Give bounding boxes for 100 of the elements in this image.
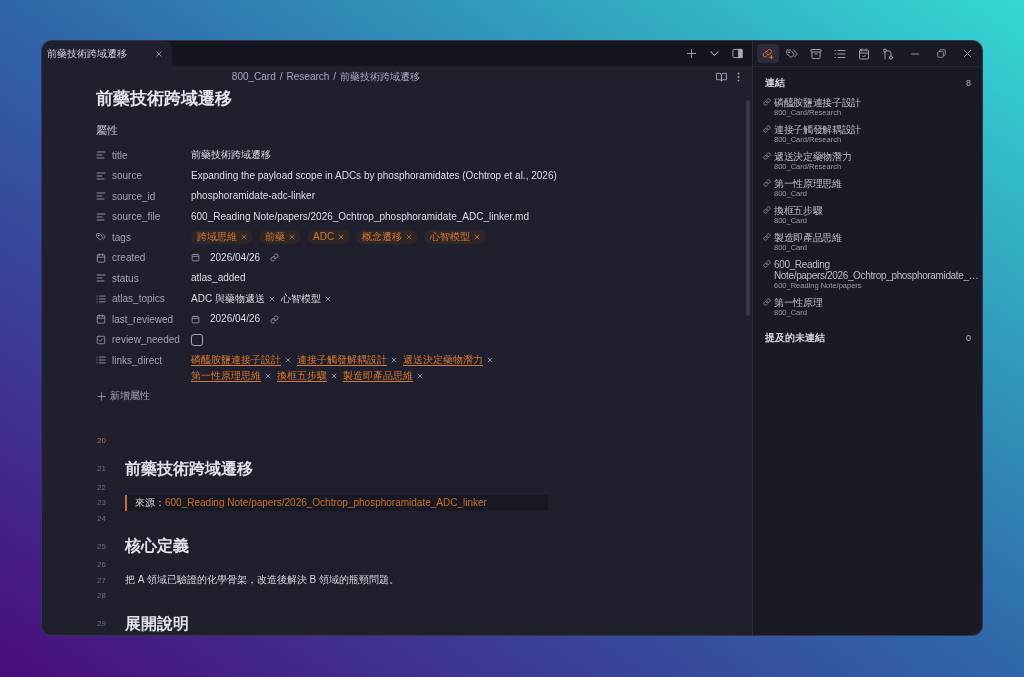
remove-icon[interactable] bbox=[241, 234, 247, 241]
note-link[interactable]: 磷醯胺鹽連接子設計 bbox=[191, 352, 281, 368]
calendar-icon[interactable] bbox=[96, 314, 106, 325]
property-value[interactable]: Expanding the payload scope in ADCs by phosphoramidates (Ochtrop et al., 2026) bbox=[191, 167, 557, 184]
calendar-icon[interactable] bbox=[191, 253, 200, 263]
link-icon[interactable] bbox=[763, 233, 771, 241]
note-title: 前藥技術跨域遷移 bbox=[96, 88, 233, 110]
remove-icon[interactable] bbox=[268, 295, 275, 302]
quote-label: 來源： bbox=[135, 495, 165, 510]
remove-icon[interactable] bbox=[487, 357, 493, 363]
link-title[interactable]: 第一性原理思維 bbox=[774, 177, 979, 189]
line-number: 26 bbox=[96, 560, 107, 570]
restore-icon[interactable] bbox=[937, 49, 946, 58]
note-link[interactable]: 第一性原理思維 bbox=[191, 368, 261, 384]
remove-icon[interactable] bbox=[324, 295, 331, 302]
branch-icon[interactable] bbox=[882, 47, 894, 60]
link-title[interactable]: 遞送決定藥物潛力 bbox=[774, 150, 979, 162]
close-icon[interactable] bbox=[155, 49, 163, 58]
property-key: status bbox=[112, 272, 139, 284]
remove-icon[interactable] bbox=[265, 373, 271, 379]
link-icon[interactable] bbox=[763, 152, 771, 160]
chevron-down-icon[interactable] bbox=[709, 48, 720, 59]
link-title[interactable]: 換框五步驟 bbox=[774, 204, 979, 216]
topic-item[interactable]: ADC 與藥物遞送 bbox=[191, 290, 265, 307]
tag-chip[interactable]: 前藥 bbox=[259, 230, 301, 245]
add-property-button[interactable]: 新增屬性 bbox=[96, 386, 150, 406]
source-link[interactable]: 600_Reading Note/papers/2026_Ochtrop_phosphoramidate_ADC_linker bbox=[165, 497, 487, 509]
section-heading[interactable]: 連結 bbox=[765, 76, 785, 90]
remove-icon[interactable] bbox=[391, 357, 397, 363]
link-icon[interactable] bbox=[763, 298, 771, 306]
remove-icon[interactable] bbox=[285, 357, 291, 363]
link-icon[interactable] bbox=[270, 253, 280, 263]
link-title[interactable]: 600_Reading Note/papers/2026_Ochtrop_phosphoramidate_… bbox=[774, 258, 979, 281]
note-link[interactable]: 換框五步驟 bbox=[277, 368, 327, 384]
link-icon[interactable] bbox=[763, 206, 771, 214]
plus-icon[interactable] bbox=[97, 391, 106, 401]
line-number: 25 bbox=[96, 541, 107, 551]
date-value[interactable]: 2026/04/26 bbox=[210, 249, 261, 266]
text-lines-icon[interactable] bbox=[96, 170, 106, 181]
link-title[interactable]: 磷醯胺鹽連接子設計 bbox=[774, 96, 979, 108]
sidebar-tab[interactable] bbox=[757, 44, 779, 63]
note-link[interactable]: 製造即產品思維 bbox=[343, 368, 413, 384]
line-number: 28 bbox=[96, 591, 107, 601]
note-tab[interactable]: 前藥技術跨域遷移 bbox=[42, 41, 172, 66]
sidebar-toggle-icon[interactable] bbox=[732, 48, 743, 59]
remove-icon[interactable] bbox=[289, 234, 295, 241]
properties-heading[interactable]: 屬性 bbox=[96, 120, 556, 140]
link-icon[interactable] bbox=[763, 260, 771, 268]
more-icon[interactable] bbox=[737, 72, 740, 82]
checkbox-icon[interactable] bbox=[96, 334, 106, 345]
tag-chip[interactable]: 跨域思維 bbox=[191, 230, 253, 245]
link-title[interactable]: 製造即產品思維 bbox=[774, 231, 979, 243]
section-heading[interactable]: 提及的未連結 bbox=[765, 330, 825, 345]
breadcrumb-item[interactable]: 800_Card bbox=[231, 71, 276, 82]
tag-chip[interactable]: ADC bbox=[307, 230, 351, 245]
close-icon[interactable] bbox=[963, 49, 972, 58]
property-value[interactable]: atlas_added bbox=[191, 270, 246, 287]
property-value[interactable]: 前藥技術跨域遷移 bbox=[191, 147, 271, 164]
property-key: tags bbox=[112, 231, 131, 243]
tags-icon[interactable] bbox=[96, 232, 106, 243]
breadcrumb-item[interactable]: Research bbox=[286, 71, 330, 82]
text-lines-icon[interactable] bbox=[96, 273, 106, 284]
remove-icon[interactable] bbox=[338, 234, 345, 241]
tag-chip[interactable]: 心智模型 bbox=[424, 230, 487, 245]
plus-icon[interactable] bbox=[686, 48, 697, 59]
calendar-check-icon[interactable] bbox=[858, 47, 870, 60]
archive-icon[interactable] bbox=[810, 47, 822, 60]
calendar-icon[interactable] bbox=[96, 252, 106, 263]
line-number: 27 bbox=[96, 575, 107, 585]
tag-chip[interactable]: 概念遷移 bbox=[356, 230, 419, 245]
link-plus-icon[interactable] bbox=[762, 47, 774, 60]
remove-icon[interactable] bbox=[474, 234, 481, 241]
book-icon[interactable] bbox=[716, 72, 727, 82]
link-icon[interactable] bbox=[270, 314, 280, 324]
calendar-icon[interactable] bbox=[191, 314, 200, 324]
link-icon[interactable] bbox=[763, 125, 771, 133]
link-icon[interactable] bbox=[763, 98, 771, 106]
date-value[interactable]: 2026/04/26 bbox=[210, 311, 261, 328]
link-title[interactable]: 連接子觸發解耦設計 bbox=[774, 123, 979, 135]
text-lines-icon[interactable] bbox=[96, 191, 106, 202]
property-value[interactable]: phosphoramidate-adc-linker bbox=[191, 188, 315, 205]
topic-item[interactable]: 心智模型 bbox=[280, 290, 321, 307]
note-heading: 前藥技術跨域遷移 bbox=[125, 458, 253, 479]
text-lines-icon[interactable] bbox=[96, 211, 106, 222]
breadcrumb-item[interactable]: 前藥技術跨域遷移 bbox=[340, 71, 421, 82]
link-icon[interactable] bbox=[763, 179, 771, 187]
list-icon[interactable] bbox=[834, 47, 846, 60]
checkbox[interactable] bbox=[191, 333, 203, 346]
unlinked-count: 0 bbox=[966, 332, 971, 343]
remove-icon[interactable] bbox=[406, 234, 413, 241]
link-title[interactable]: 第一性原理 bbox=[774, 296, 979, 308]
property-value[interactable]: 600_Reading Note/papers/2026_Ochtrop_phosphoramidate_ADC_linker.md bbox=[191, 208, 529, 225]
minimize-icon[interactable] bbox=[910, 52, 920, 55]
text-lines-icon[interactable] bbox=[96, 150, 106, 161]
tags-icon[interactable] bbox=[786, 47, 798, 60]
remove-icon[interactable] bbox=[331, 373, 337, 379]
note-link[interactable]: 遞送決定藥物潛力 bbox=[403, 352, 483, 368]
note-link[interactable]: 連接子觸發解耦設計 bbox=[297, 352, 387, 368]
remove-icon[interactable] bbox=[417, 373, 423, 379]
property-key: source bbox=[112, 170, 142, 182]
